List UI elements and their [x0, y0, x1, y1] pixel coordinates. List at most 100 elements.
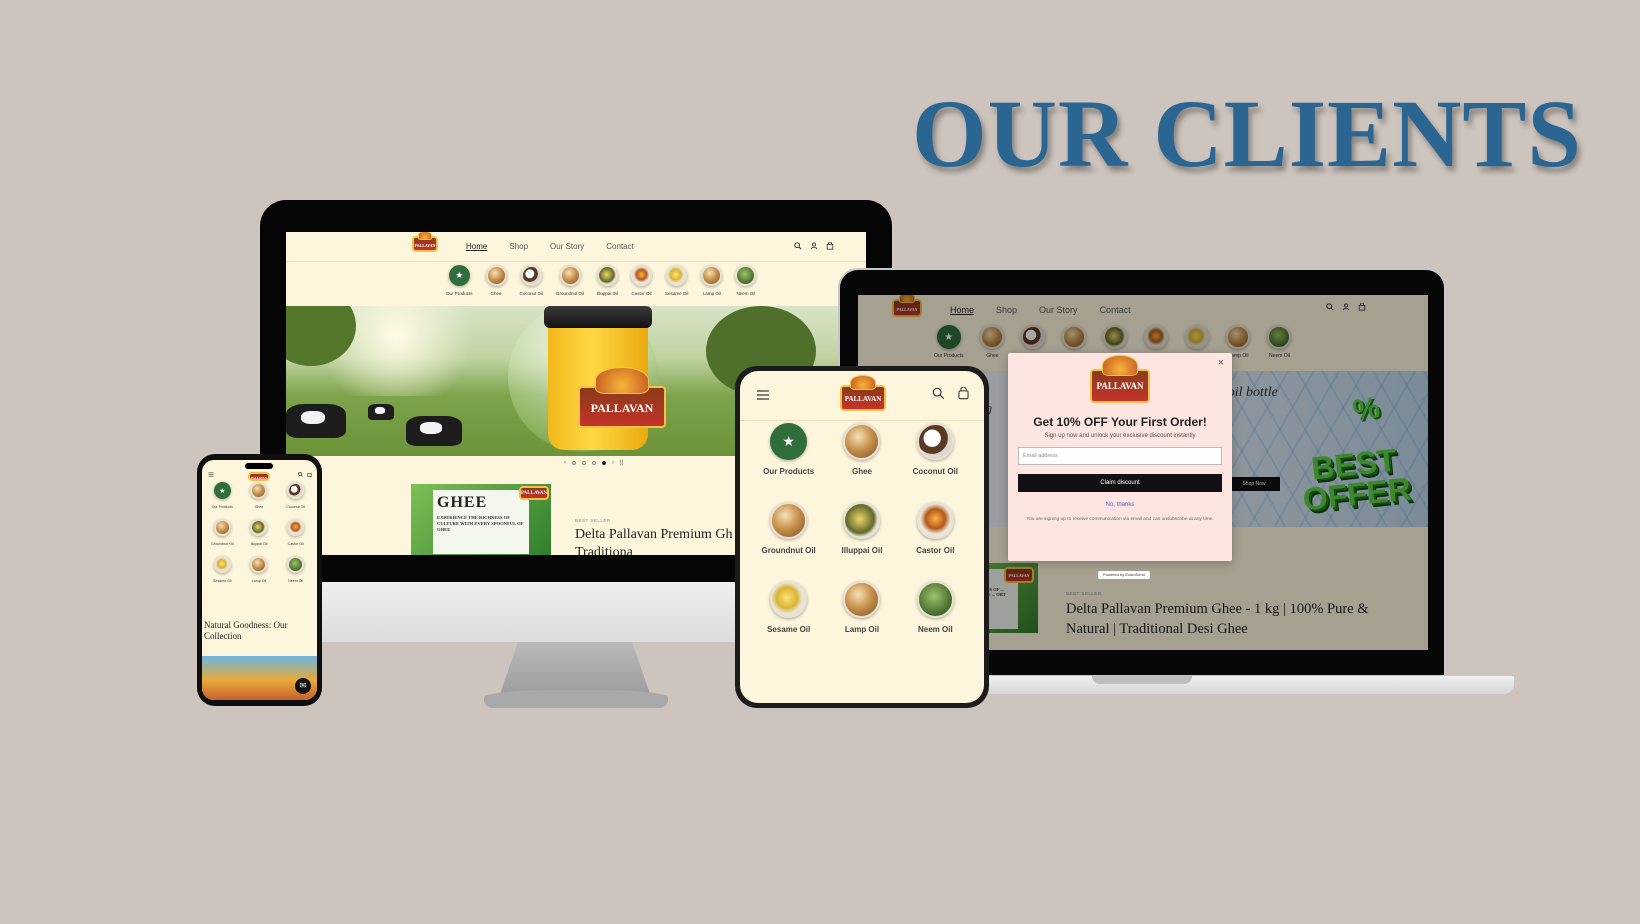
category-lamp-oil[interactable]: Lamp Oil: [241, 556, 278, 583]
logo-text: PALLAVAN: [1096, 381, 1144, 391]
claim-discount-button[interactable]: Claim discount: [1018, 474, 1222, 492]
category-our-products[interactable]: ★ Our Products: [752, 423, 825, 476]
ghee-icon: [485, 265, 507, 286]
chat-icon[interactable]: ✉: [295, 678, 311, 694]
category-illuppai-oil[interactable]: Illuppai Oil: [597, 265, 618, 296]
category-label: Castor Oil: [631, 291, 652, 296]
collection-image[interactable]: ✉: [202, 656, 317, 700]
illuppai-oil-icon: [250, 519, 268, 536]
account-icon[interactable]: [810, 242, 818, 250]
collection-heading: Natural Goodness: Our Collection: [204, 620, 288, 641]
category-ghee[interactable]: Ghee: [825, 423, 898, 476]
slideshow-controls: ‹ › ||: [564, 460, 623, 466]
monitor-stand: [500, 642, 650, 694]
nav-contact[interactable]: Contact: [606, 242, 634, 251]
category-illuppai-oil[interactable]: Illuppai Oil: [241, 519, 278, 546]
no-thanks-link[interactable]: No, thanks: [1008, 502, 1232, 508]
logo-text: PALLAVAN: [414, 243, 436, 248]
slide-dot-active[interactable]: [602, 461, 606, 465]
nav-our-story[interactable]: Our Story: [550, 242, 584, 251]
category-our-products[interactable]: ★ Our Products: [446, 265, 473, 296]
category-ghee[interactable]: Ghee: [241, 482, 278, 509]
category-ghee[interactable]: Ghee: [485, 265, 507, 296]
powered-by-badge[interactable]: Powered by EcomSend: [1098, 571, 1150, 579]
category-castor-oil[interactable]: Castor Oil: [899, 502, 972, 555]
menu-icon[interactable]: [756, 389, 770, 401]
category-illuppai-oil[interactable]: Illuppai Oil: [825, 502, 898, 555]
category-label: Ghee: [851, 467, 872, 476]
jar-logo-text: PALLAVAN: [590, 401, 654, 415]
brand-logo[interactable]: PALLAVAN: [248, 472, 270, 481]
search-icon[interactable]: [932, 387, 945, 400]
category-sesame-oil[interactable]: Sesame Oil: [204, 556, 241, 583]
slide-pause-button[interactable]: ||: [620, 460, 623, 466]
menu-icon[interactable]: [208, 472, 214, 477]
category-label: Castor Oil: [287, 542, 304, 546]
discount-popup: × PALLAVAN Get 10% OFF Your First Order!…: [1008, 353, 1232, 561]
star-icon: ★: [213, 482, 231, 499]
category-label: Our Products: [211, 505, 233, 509]
category-label: Sesame Oil: [767, 625, 811, 634]
cart-icon[interactable]: [307, 472, 312, 477]
slide-prev-button[interactable]: ‹: [564, 460, 566, 466]
laptop-notch: [1092, 676, 1192, 684]
email-field[interactable]: Email address: [1018, 447, 1222, 465]
slide-dot[interactable]: [572, 461, 576, 465]
popup-logo: PALLAVAN: [1090, 354, 1150, 403]
category-label: Ghee: [490, 291, 502, 296]
category-label: Our Products: [446, 291, 473, 296]
castor-oil-icon: [631, 265, 653, 286]
phone-category-grid: ★ Our Products Ghee Coconut Oil Groundnut…: [204, 482, 314, 583]
logo-text: PALLAVAN: [521, 491, 548, 496]
category-groundnut-oil[interactable]: Groundnut Oil: [204, 519, 241, 546]
category-neem-oil[interactable]: Neem Oil: [277, 556, 314, 583]
category-sesame-oil[interactable]: Sesame Oil: [752, 581, 825, 634]
category-our-products[interactable]: ★ Our Products: [204, 482, 241, 509]
slide-dot[interactable]: [592, 461, 596, 465]
category-label: Neem Oil: [288, 579, 304, 583]
coconut-oil-icon: [287, 482, 305, 499]
category-sesame-oil[interactable]: Sesame Oil: [665, 265, 688, 296]
nav-home[interactable]: Home: [466, 242, 487, 251]
tablet-category-grid: ★ Our Products Ghee Coconut Oil Groundnut…: [752, 423, 972, 634]
category-label: Groundnut Oil: [556, 291, 585, 296]
neem-oil-icon: [735, 265, 757, 286]
category-label: Coconut Oil: [286, 505, 306, 509]
category-label: Our Products: [763, 467, 815, 476]
category-neem-oil[interactable]: Neem Oil: [899, 581, 972, 634]
ghee-icon: [843, 423, 881, 460]
brand-logo[interactable]: PALLAVAN: [412, 232, 438, 252]
category-coconut-oil[interactable]: Coconut Oil: [520, 265, 543, 296]
brand-logo[interactable]: PALLAVAN: [840, 374, 886, 411]
product-image-logo: PALLAVAN: [519, 486, 549, 500]
category-neem-oil[interactable]: Neem Oil: [735, 265, 757, 296]
phone-dynamic-island: [245, 463, 273, 469]
category-castor-oil[interactable]: Castor Oil: [631, 265, 653, 296]
slide-dot[interactable]: [582, 461, 586, 465]
category-groundnut-oil[interactable]: Groundnut Oil: [752, 502, 825, 555]
category-label: Illuppai Oil: [250, 542, 268, 546]
close-icon[interactable]: ×: [1218, 357, 1224, 369]
search-icon[interactable]: [794, 242, 802, 250]
slide-next-button[interactable]: ›: [612, 460, 614, 466]
cart-icon[interactable]: [826, 242, 834, 250]
tablet-mockup: PALLAVAN ★ Our Products Ghee Coconut Oil …: [735, 366, 989, 708]
category-castor-oil[interactable]: Castor Oil: [277, 519, 314, 546]
groundnut-oil-icon: [213, 519, 231, 536]
category-lamp-oil[interactable]: Lamp Oil: [701, 265, 723, 296]
category-label: Neem Oil: [736, 291, 756, 296]
best-seller-badge: BEST SELLER: [575, 518, 611, 523]
category-coconut-oil[interactable]: Coconut Oil: [899, 423, 972, 476]
groundnut-oil-icon: [559, 265, 581, 286]
category-label: Lamp Oil: [251, 579, 267, 583]
product-image[interactable]: GHEE EXPERIENCE THE RICHNESS OF CULTURE …: [411, 484, 551, 555]
search-icon[interactable]: [298, 472, 303, 477]
sesame-oil-icon: [770, 581, 808, 618]
category-label: Coconut Oil: [912, 467, 958, 476]
category-coconut-oil[interactable]: Coconut Oil: [277, 482, 314, 509]
category-lamp-oil[interactable]: Lamp Oil: [825, 581, 898, 634]
category-groundnut-oil[interactable]: Groundnut Oil: [556, 265, 584, 296]
header-icons: [932, 387, 970, 400]
nav-shop[interactable]: Shop: [509, 242, 528, 251]
cart-icon[interactable]: [957, 387, 970, 400]
